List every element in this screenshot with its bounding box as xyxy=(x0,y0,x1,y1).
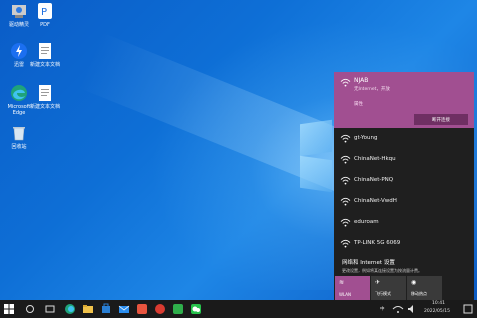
tile-label: 移动热点 xyxy=(411,291,427,296)
network-row[interactable]: ChinaNet-PNQ xyxy=(334,172,474,190)
wechat-icon[interactable] xyxy=(190,303,202,315)
hotspot-icon: ◉ xyxy=(411,279,417,286)
app-icon-orange[interactable] xyxy=(136,303,148,315)
tile-wlan[interactable]: ≋ WLAN xyxy=(335,276,370,300)
network-settings-title[interactable]: 网络和 Internet 设置 xyxy=(342,258,395,266)
thunder-icon xyxy=(11,43,27,59)
edge-icon xyxy=(11,85,27,101)
desktop-icon-label: 驱动精灵 xyxy=(8,22,29,28)
desktop-icon-textdoc-2[interactable]: 新建文本文档 xyxy=(28,84,62,110)
desktop-icon-label: 迅雷 xyxy=(13,62,24,68)
active-network-name: NJAB xyxy=(354,77,369,84)
wifi-icon xyxy=(340,155,351,164)
network-settings-desc: 更改设置，例如将某连接设置为按流量计费。 xyxy=(342,268,422,273)
wifi-icon xyxy=(340,239,351,248)
active-network-status: 无Internet，开放 xyxy=(354,87,390,92)
wifi-icon xyxy=(340,134,351,143)
app-icon-red[interactable] xyxy=(154,303,166,315)
wifi-icon: ≋ xyxy=(339,279,345,286)
search-icon[interactable] xyxy=(26,305,34,313)
quick-action-tiles: ≋ WLAN ✈ 飞行模式 ◉ 移动热点 xyxy=(334,276,474,300)
ime-indicator[interactable]: 中 xyxy=(380,306,385,312)
network-name: TP-LINK 5G 6069 xyxy=(354,240,401,246)
network-row[interactable]: ChinaNet-VwdH xyxy=(334,193,474,211)
clock-date[interactable]: 2022/05/15 xyxy=(424,309,450,314)
network-settings[interactable]: 网络和 Internet 设置 更改设置，例如将某连接设置为按流量计费。 xyxy=(334,256,474,276)
driver-app-icon xyxy=(12,5,26,18)
desktop-icon-textdoc[interactable]: 新建文本文档 xyxy=(28,42,62,68)
desktop-icon-label: 新建文本文档 xyxy=(29,104,60,110)
clock-time[interactable]: 10:41 xyxy=(432,301,445,306)
file-explorer-icon[interactable] xyxy=(82,303,94,315)
pdf-icon: P xyxy=(38,3,52,19)
properties-link[interactable]: 属性 xyxy=(354,101,363,107)
desktop-icon-label: Microsoft Edge xyxy=(7,104,31,116)
volume-icon[interactable] xyxy=(406,303,418,315)
desktop-icon-pdf[interactable]: P PDF xyxy=(28,2,62,28)
network-row[interactable]: eduroam xyxy=(334,214,474,232)
network-name: eduroam xyxy=(354,219,379,225)
app-icon-green[interactable] xyxy=(172,303,184,315)
network-row[interactable]: TP-LINK 5G 6069 xyxy=(334,235,474,253)
tile-airplane-mode[interactable]: ✈ 飞行模式 xyxy=(371,276,406,300)
network-name: ChinaNet-PNQ xyxy=(354,177,394,183)
wifi-icon xyxy=(340,218,351,227)
wifi-icon xyxy=(340,197,351,206)
desktop-icon-label: PDF xyxy=(40,22,50,28)
network-row[interactable]: gt-Young xyxy=(334,130,474,148)
wallpaper-logo-pane xyxy=(300,119,332,157)
active-network[interactable]: NJAB 无Internet，开放 属性 断开连接 xyxy=(334,72,474,128)
tile-label: 飞行模式 xyxy=(375,291,391,296)
desktop-icon-label: 回收站 xyxy=(11,144,27,150)
start-icon[interactable] xyxy=(3,303,15,315)
disconnect-button[interactable]: 断开连接 xyxy=(414,114,468,125)
desktop-icon-recycle-bin[interactable]: 回收站 xyxy=(2,124,36,150)
store-icon[interactable] xyxy=(100,303,112,315)
desktop-icon-label: 新建文本文档 xyxy=(29,62,60,68)
airplane-icon: ✈ xyxy=(375,279,381,286)
network-name: ChinaNet-Hkqu xyxy=(354,156,396,162)
wifi-tray-icon[interactable] xyxy=(392,303,404,315)
wifi-flyout: NJAB 无Internet，开放 属性 断开连接 gt-Young China… xyxy=(334,72,474,300)
edge-icon[interactable] xyxy=(64,303,76,315)
tile-mobile-hotspot[interactable]: ◉ 移动热点 xyxy=(407,276,442,300)
network-row[interactable]: ChinaNet-Hkqu xyxy=(334,151,474,169)
recycle-bin-icon xyxy=(13,127,25,141)
taskbar: 中 10:41 2022/05/15 xyxy=(0,300,477,318)
wallpaper-logo-pane xyxy=(300,155,332,193)
wifi-icon xyxy=(340,78,351,87)
text-document-icon xyxy=(39,43,51,59)
notification-icon[interactable] xyxy=(462,303,474,315)
network-name: gt-Young xyxy=(354,135,378,141)
tile-label: WLAN xyxy=(339,292,352,297)
wifi-icon xyxy=(340,176,351,185)
mail-icon[interactable] xyxy=(118,303,130,315)
text-document-icon xyxy=(39,85,51,101)
task-view-icon[interactable] xyxy=(44,303,56,315)
network-name: ChinaNet-VwdH xyxy=(354,198,397,204)
svg-text:P: P xyxy=(41,7,47,18)
